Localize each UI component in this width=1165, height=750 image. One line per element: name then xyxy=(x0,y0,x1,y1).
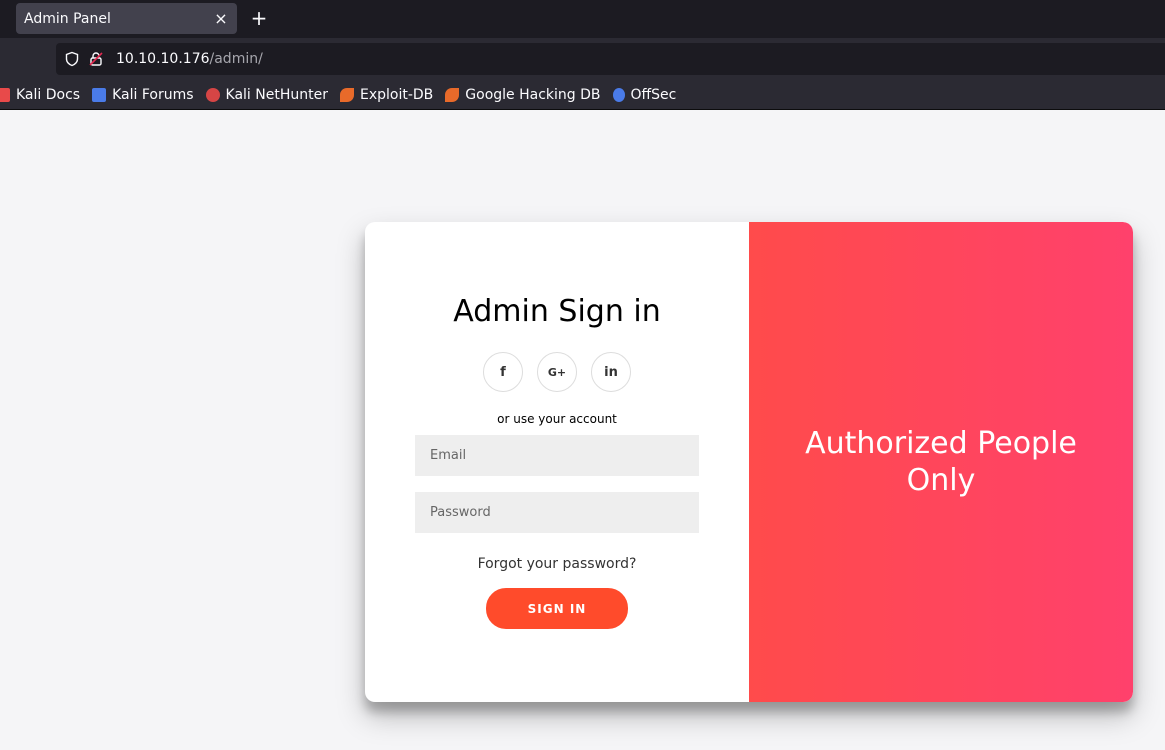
sign-in-form: Admin Sign in f G+ in or use your accoun… xyxy=(365,222,749,702)
login-card: Admin Sign in f G+ in or use your accoun… xyxy=(365,222,1133,702)
exploit-db-icon xyxy=(339,87,354,102)
kali-nethunter-icon xyxy=(205,87,220,102)
page-title: Admin Sign in xyxy=(453,294,661,329)
nav-bar: 10.10.10.176/admin/ xyxy=(0,38,1165,80)
browser-tab[interactable]: Admin Panel × xyxy=(16,3,237,34)
bookmark-label: OffSec xyxy=(630,86,677,103)
bookmark-kali-nethunter[interactable]: Kali NetHunter xyxy=(205,86,328,103)
bookmark-kali-docs[interactable]: Kali Docs xyxy=(0,87,80,103)
tab-title: Admin Panel xyxy=(24,10,111,27)
password-field[interactable] xyxy=(415,492,699,533)
ghdb-icon xyxy=(445,87,460,102)
new-tab-button[interactable]: + xyxy=(248,6,270,30)
shield-icon[interactable] xyxy=(62,49,82,69)
bookmark-label: Kali Docs xyxy=(16,86,81,103)
offsec-icon xyxy=(612,87,625,102)
tab-close-icon[interactable]: × xyxy=(213,9,229,28)
kali-docs-icon xyxy=(0,87,10,102)
facebook-button[interactable]: f xyxy=(483,352,523,392)
linkedin-button[interactable]: in xyxy=(591,352,631,392)
url-text[interactable]: 10.10.10.176/admin/ xyxy=(116,51,263,67)
bookmark-label: Exploit-DB xyxy=(359,86,434,103)
kali-forums-icon xyxy=(92,87,107,102)
bookmark-kali-forums[interactable]: Kali Forums xyxy=(92,86,194,103)
tab-bar: Admin Panel × + xyxy=(0,0,1165,38)
bookmark-label: Google Hacking DB xyxy=(465,86,601,103)
alt-signin-hint: or use your account xyxy=(497,412,617,426)
google-plus-button[interactable]: G+ xyxy=(537,352,577,392)
linkedin-icon: in xyxy=(604,364,618,380)
google-plus-icon: G+ xyxy=(547,365,567,379)
bookmark-exploit-db[interactable]: Exploit-DB xyxy=(339,86,434,103)
bookmark-ghdb[interactable]: Google Hacking DB xyxy=(445,86,601,103)
url-path: /admin/ xyxy=(209,51,263,67)
bookmark-label: Kali Forums xyxy=(112,86,194,103)
sign-in-button[interactable]: SIGN IN xyxy=(486,588,628,629)
overlay-title: Authorized People Only xyxy=(805,426,1077,498)
overlay-panel: Authorized People Only xyxy=(749,222,1133,702)
bookmarks-bar: Kali Docs Kali Forums Kali NetHunter Exp… xyxy=(0,80,1165,110)
url-bar[interactable]: 10.10.10.176/admin/ xyxy=(56,43,1165,75)
bookmark-offsec[interactable]: OffSec xyxy=(612,86,677,103)
url-host: 10.10.10.176 xyxy=(116,51,210,67)
facebook-icon: f xyxy=(500,364,506,380)
email-field[interactable] xyxy=(415,435,699,476)
insecure-lock-icon[interactable] xyxy=(86,49,106,69)
bookmark-label: Kali NetHunter xyxy=(225,86,328,103)
social-buttons: f G+ in xyxy=(483,352,645,392)
forgot-password-link[interactable]: Forgot your password? xyxy=(365,556,749,572)
